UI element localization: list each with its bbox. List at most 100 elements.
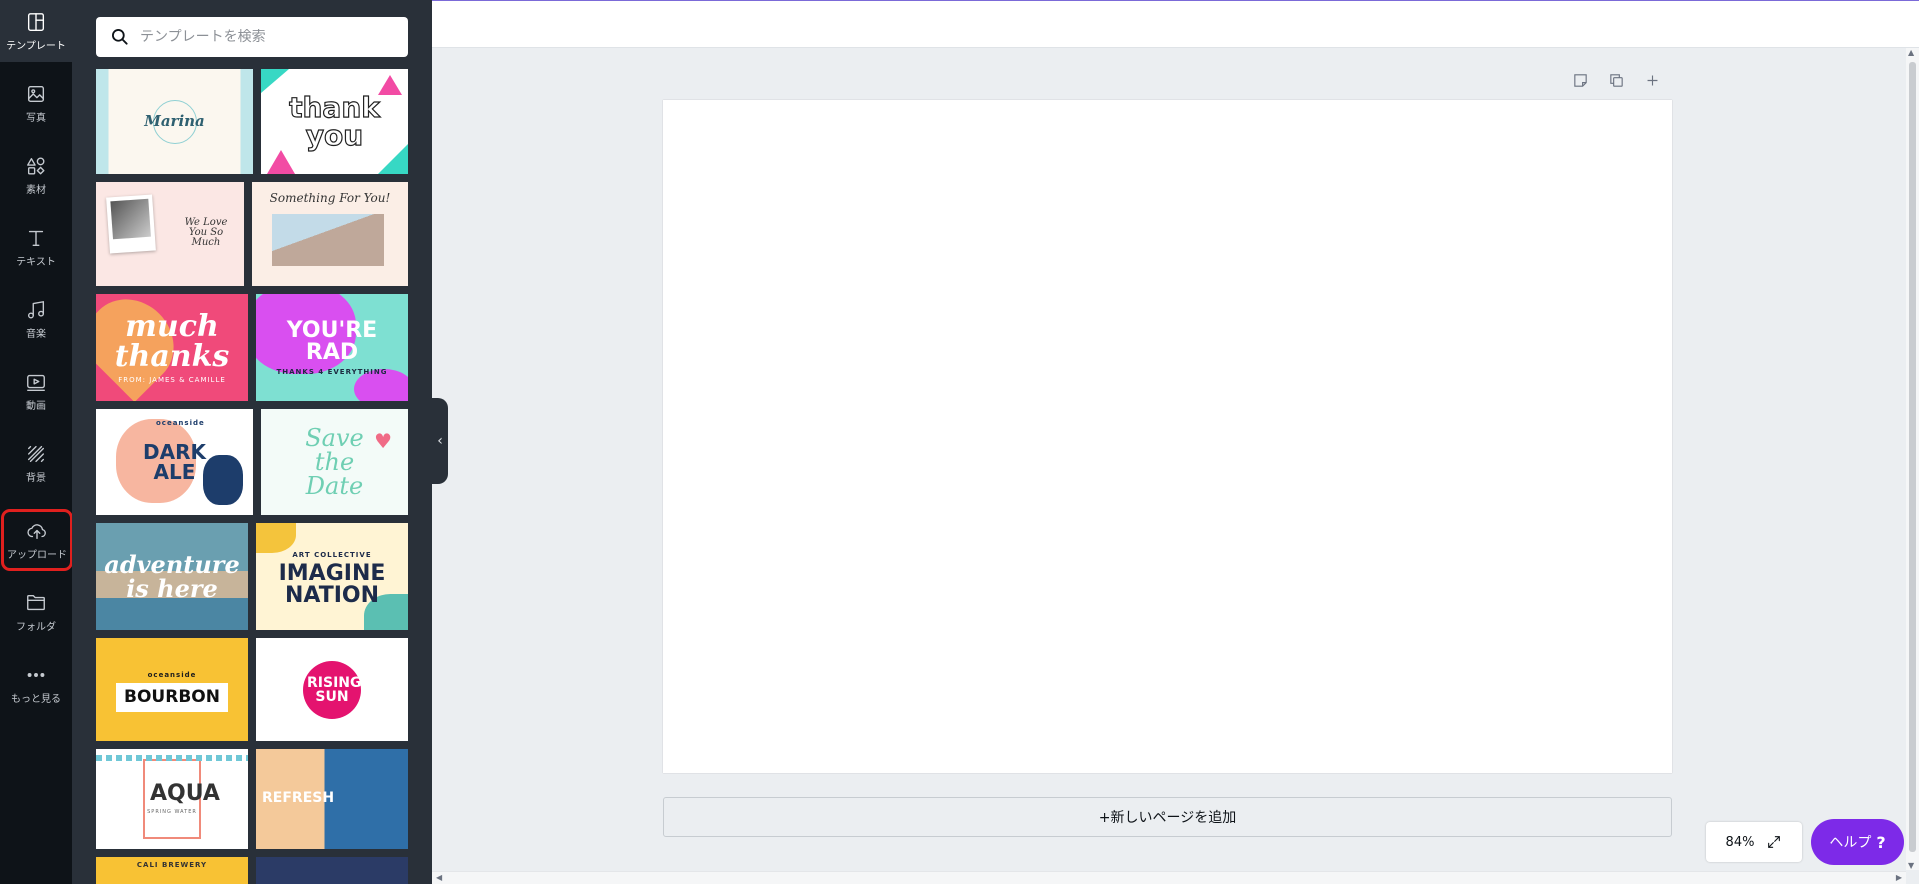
nav-uploads-label: アップロード <box>7 549 67 561</box>
cloud-upload-icon <box>27 523 46 539</box>
template-title: much thanks <box>114 308 230 374</box>
template-thumbnail[interactable]: AQUA SPRING WATER <box>96 749 248 849</box>
template-subtitle: THANKS 4 EVERYTHING <box>276 367 388 376</box>
image-icon <box>27 85 45 102</box>
template-subtitle: ART COLLECTIVE <box>292 550 372 559</box>
nav-templates[interactable]: テンプレート <box>0 0 72 62</box>
template-thumbnail[interactable]: Save the Date ♥ <box>261 409 408 515</box>
text-icon <box>28 230 44 246</box>
photo <box>110 198 151 240</box>
template-thumbnail[interactable]: ART COLLECTIVE IMAGINE NATION <box>256 523 408 630</box>
nav-elements-label: 素材 <box>26 184 46 196</box>
template-thumbnail[interactable]: YOU'RE RAD THANKS 4 EVERYTHING <box>256 294 408 401</box>
vertical-scroll-thumb[interactable] <box>1909 62 1916 852</box>
video-icon <box>27 374 45 391</box>
nav-background[interactable]: 背景 <box>0 432 72 494</box>
template-thumbnail[interactable]: oceanside BOURBON <box>96 638 248 741</box>
nav-text[interactable]: テキスト <box>0 216 72 278</box>
help-label: ヘルプ <box>1829 835 1872 851</box>
shapes-icon <box>27 157 45 174</box>
duplicate-icon <box>1609 73 1623 87</box>
editor-top-bar <box>432 0 1919 48</box>
nav-more-label: もっと見る <box>11 693 61 705</box>
scroll-left-arrow-icon[interactable]: ◀ <box>436 873 442 882</box>
pattern-stripes-icon <box>27 445 45 462</box>
help-button[interactable]: ヘルプ ? <box>1811 819 1904 865</box>
zoom-level: 84% <box>1725 834 1755 850</box>
add-new-page-button[interactable]: +新しいページを追加 <box>663 797 1672 837</box>
side-nav-rail: テンプレート 写真 素材 テキスト 音楽 動画 背景 アップロード フォルダ も… <box>0 0 73 884</box>
paint-stroke <box>256 523 296 553</box>
duplicate-page-button[interactable] <box>1606 70 1626 90</box>
nav-photos[interactable]: 写真 <box>0 72 72 134</box>
template-search-input[interactable] <box>140 29 400 45</box>
nav-folders-label: フォルダ <box>16 621 56 633</box>
template-subtitle: SPRING WATER <box>147 809 197 815</box>
template-thumbnail[interactable]: REFRESH <box>256 749 408 849</box>
scroll-down-arrow-icon[interactable]: ▼ <box>1908 861 1914 870</box>
scroll-up-arrow-icon[interactable]: ▲ <box>1908 48 1914 57</box>
fullscreen-expand-icon[interactable] <box>1766 834 1782 850</box>
page-tools <box>1570 70 1662 90</box>
nav-photos-label: 写真 <box>26 112 46 124</box>
nav-background-label: 背景 <box>26 472 46 484</box>
template-thumbnail[interactable]: Marina <box>96 69 253 174</box>
nav-text-label: テキスト <box>16 256 56 268</box>
decor-triangle <box>378 75 402 95</box>
aqua-frame: AQUA SPRING WATER <box>143 759 220 839</box>
template-title: CALI BREWERY <box>136 861 208 869</box>
nav-folders[interactable]: フォルダ <box>0 581 72 643</box>
vertical-scrollbar[interactable]: ▲ ▼ <box>1906 48 1919 870</box>
nav-elements[interactable]: 素材 <box>0 144 72 206</box>
wave-pattern <box>96 755 248 761</box>
template-title: thank you <box>289 90 381 152</box>
template-title: We Love You So Much <box>184 217 228 248</box>
scroll-right-arrow-icon[interactable]: ▶ <box>1896 873 1902 882</box>
template-subtitle: oceanside <box>156 419 205 427</box>
page-note-button[interactable] <box>1570 70 1590 90</box>
zoom-control[interactable]: 84% <box>1706 822 1802 862</box>
template-title: YOU'RE RAD <box>286 317 378 365</box>
more-dots-icon <box>27 672 45 677</box>
template-title: AQUA <box>150 781 220 806</box>
nav-videos[interactable]: 動画 <box>0 360 72 422</box>
template-layout-icon <box>27 12 45 31</box>
decor-triangle <box>378 144 408 174</box>
template-title: RISING SUN <box>307 674 362 705</box>
template-title: REFRESH <box>262 790 335 806</box>
template-title: DARK ALE <box>143 440 206 484</box>
sun-circle: RISING SUN <box>303 660 362 719</box>
decor-triangle <box>267 150 295 174</box>
photo-frame <box>106 194 156 254</box>
template-title: Save the Date <box>305 424 364 500</box>
plus-icon <box>1647 75 1657 85</box>
nav-more[interactable]: もっと見る <box>0 653 72 715</box>
template-thumbnail[interactable]: Something For You! <box>252 182 408 286</box>
template-title: Something For You! <box>269 191 391 205</box>
music-note-icon <box>27 300 45 318</box>
collapse-panel-button[interactable]: ‹ <box>432 398 448 484</box>
nav-uploads[interactable]: アップロード <box>1 509 73 571</box>
template-search-box[interactable] <box>96 17 408 57</box>
design-canvas-page[interactable] <box>663 100 1672 773</box>
template-thumbnail[interactable]: oceanside DARK ALE <box>96 409 253 515</box>
question-mark-icon: ? <box>1876 832 1886 852</box>
template-circle-frame: Marina <box>144 99 205 144</box>
add-new-page-label: +新しいページを追加 <box>1098 810 1237 826</box>
template-thumbnail[interactable]: We Love You So Much <box>96 182 244 286</box>
template-thumbnail[interactable]: RISING SUN <box>256 638 408 741</box>
template-subtitle: oceanside <box>147 671 197 679</box>
add-page-plus-button[interactable] <box>1642 70 1662 90</box>
template-thumbnail[interactable] <box>256 857 408 884</box>
template-thumbnail[interactable]: thank you <box>261 69 408 174</box>
nav-music[interactable]: 音楽 <box>0 288 72 350</box>
nav-videos-label: 動画 <box>26 400 46 412</box>
template-panel: Marina thank you We Love You So Much Som… <box>72 0 432 884</box>
template-thumbnail[interactable]: adventure is here <box>96 523 248 630</box>
horizontal-scrollbar[interactable]: ◀ ▶ <box>432 871 1906 884</box>
search-icon <box>112 29 128 45</box>
template-thumbnail[interactable]: much thanks FROM: JAMES & CAMILLE <box>96 294 248 401</box>
nav-templates-label: テンプレート <box>6 40 66 52</box>
note-icon <box>1573 73 1587 87</box>
template-thumbnail[interactable]: CALI BREWERY <box>96 857 248 884</box>
